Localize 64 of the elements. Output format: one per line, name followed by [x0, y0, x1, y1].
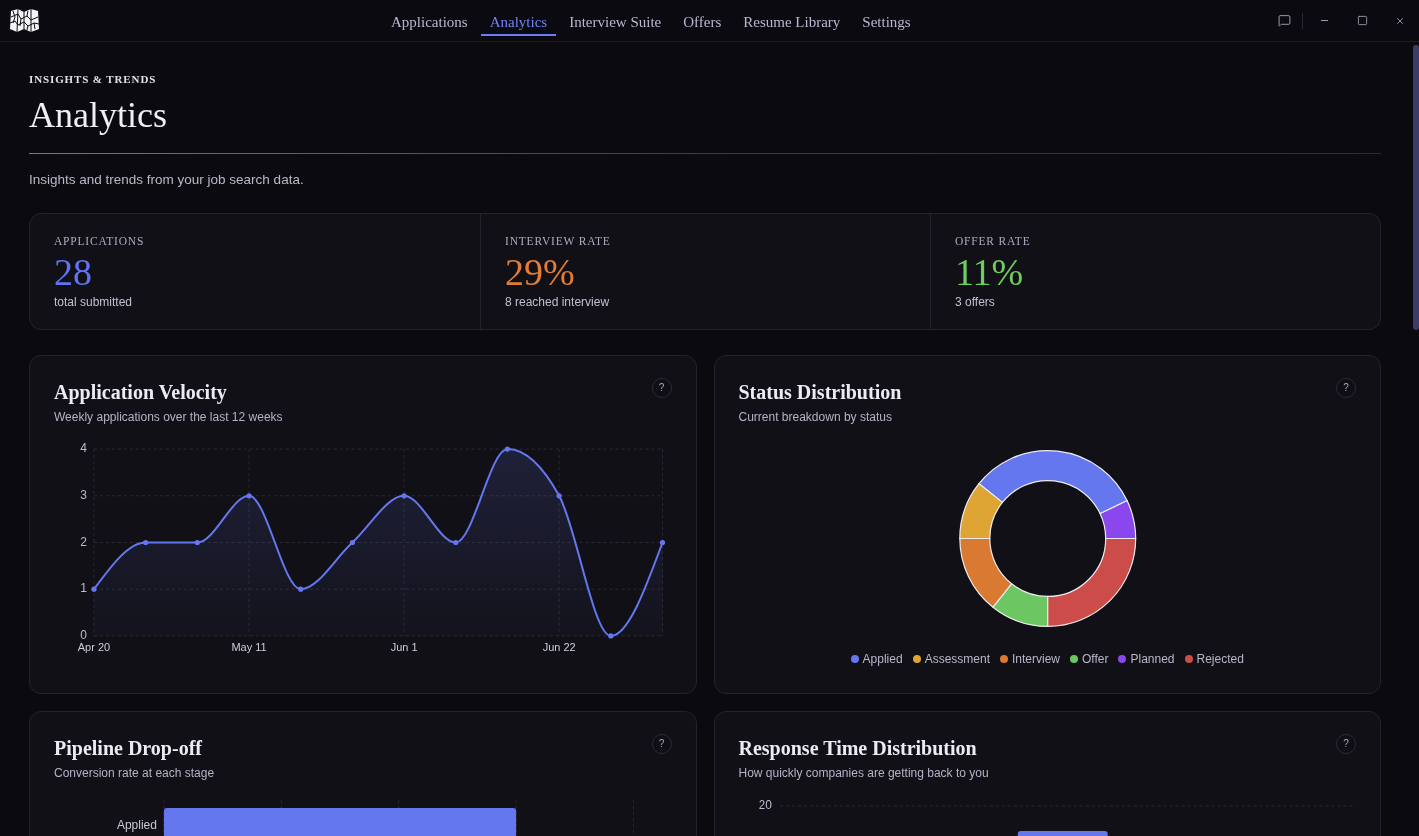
nav-tab[interactable]: Offers [674, 0, 731, 36]
data-point [194, 539, 200, 546]
axis-label: 2 [80, 534, 87, 549]
nav-tab[interactable]: Resume Library [734, 0, 850, 36]
legend-label: Interview [1012, 651, 1060, 667]
close-icon [1395, 15, 1405, 26]
data-point [401, 493, 407, 499]
stat-caption: 8 reached interview [505, 294, 611, 310]
card-title: Status Distribution [738, 381, 902, 403]
card-subtitle: Conversion rate at each stage [54, 765, 216, 781]
axis-label: 20 [758, 798, 772, 813]
nav-tab[interactable]: Analytics [480, 0, 557, 36]
stat-label: APPLICATIONS [54, 234, 146, 248]
card-subtitle: Current breakdown by status [738, 409, 893, 425]
stat-value: 11% [955, 252, 1025, 292]
nav-tab[interactable]: Interview Suite [560, 0, 671, 36]
legend-label: Applied [862, 651, 903, 667]
legend-label: Offer [1082, 651, 1109, 667]
data-point [298, 586, 304, 592]
stat-label: OFFER RATE [955, 234, 1032, 248]
axis-label: 3 [80, 487, 87, 502]
stat-caption: total submitted [54, 294, 134, 310]
scrollbar-thumb[interactable] [1413, 45, 1419, 330]
card-subtitle: How quickly companies are getting back to you [738, 765, 990, 781]
legend-label: Planned [1130, 651, 1175, 667]
axis-label: May 11 [231, 640, 267, 653]
data-point [91, 586, 97, 592]
data-point [349, 539, 355, 546]
help-button[interactable]: ? [651, 734, 672, 754]
legend-label: Assessment [924, 651, 990, 667]
page-subtitle: Insights and trends from your job search data. [29, 171, 305, 189]
card-subtitle: Weekly applications over the last 12 weeks [54, 409, 284, 425]
data-point [504, 446, 511, 452]
card-title: Application Velocity [54, 381, 227, 403]
data-point [659, 539, 666, 546]
section-eyebrow: INSIGHTS & TRENDS [29, 72, 158, 86]
maximize-icon [1356, 15, 1368, 26]
stat-label: INTERVIEW RATE [505, 234, 612, 248]
card-title: Pipeline Drop-off [54, 737, 202, 759]
speech-bubble-icon [1277, 14, 1291, 27]
card-title: Response Time Distribution [738, 737, 977, 759]
help-button[interactable]: ? [1336, 378, 1356, 398]
stat-caption: 3 offers [955, 294, 996, 310]
axis-label: Jun 1 [390, 640, 418, 653]
data-point [246, 493, 252, 499]
axis-label: 4 [80, 441, 87, 456]
legend-label: Rejected [1196, 651, 1244, 667]
data-point [453, 539, 459, 546]
axis-label: 0 [80, 628, 87, 643]
data-point [608, 633, 614, 639]
data-point [556, 493, 562, 499]
bar-label: Applied [116, 818, 157, 833]
axis-label: 1 [80, 581, 87, 596]
page-title: Analytics [29, 95, 168, 135]
data-point [143, 539, 149, 546]
axis-label: Apr 20 [77, 640, 111, 653]
folded-map-icon [9, 8, 40, 33]
axis-label: Jun 22 [542, 640, 576, 653]
help-button[interactable]: ? [1336, 734, 1356, 754]
stat-value: 29% [505, 252, 576, 292]
nav-tab[interactable]: Applications [382, 0, 477, 36]
nav-tab[interactable]: Settings [853, 0, 920, 36]
stat-value: 28 [54, 252, 93, 292]
help-button[interactable]: ? [651, 378, 672, 398]
